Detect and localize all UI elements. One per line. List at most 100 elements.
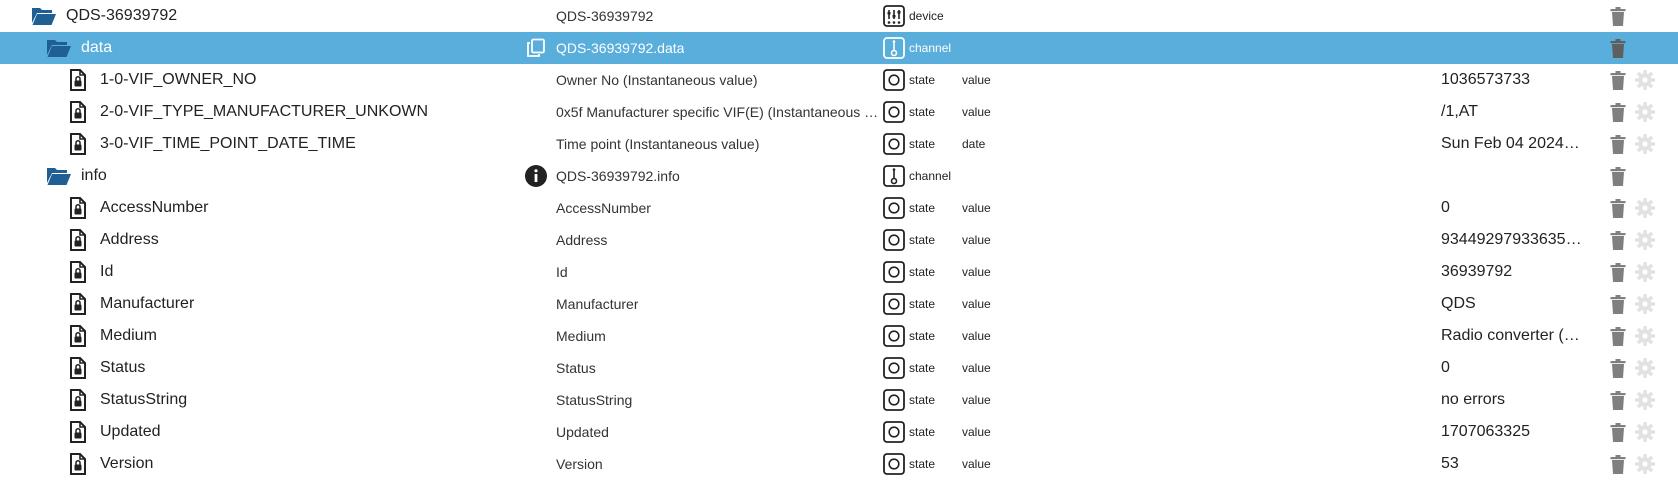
row-value-text: QDS bbox=[1441, 295, 1476, 312]
file-lock-icon[interactable] bbox=[64, 450, 92, 478]
channel-icon bbox=[882, 160, 906, 192]
trash-icon[interactable] bbox=[1605, 288, 1631, 320]
trash-icon[interactable] bbox=[1605, 96, 1631, 128]
object-tree: QDS-36939792 QDS-36939792 device data QD… bbox=[0, 0, 1678, 480]
trash-icon[interactable] bbox=[1605, 416, 1631, 448]
file-lock-icon[interactable] bbox=[64, 354, 92, 382]
row-description: Id bbox=[556, 256, 881, 288]
tree-row[interactable]: 2-0-VIF_TYPE_MANUFACTURER_UNKOWN 0x5f Ma… bbox=[0, 96, 1678, 128]
folder-open-icon[interactable] bbox=[45, 162, 73, 190]
row-value[interactable]: 9344929793363537 bbox=[1441, 224, 1586, 256]
row-value[interactable]: no errors bbox=[1441, 384, 1586, 416]
trash-icon[interactable] bbox=[1605, 320, 1631, 352]
file-lock-icon[interactable] bbox=[64, 226, 92, 254]
gear-icon[interactable] bbox=[1631, 64, 1659, 96]
info-icon[interactable] bbox=[522, 160, 550, 192]
file-lock-icon[interactable] bbox=[64, 98, 92, 126]
row-name-cell[interactable]: StatusString bbox=[0, 384, 584, 416]
row-name-cell[interactable]: 3-0-VIF_TIME_POINT_DATE_TIME bbox=[0, 128, 584, 160]
gear-icon[interactable] bbox=[1631, 384, 1659, 416]
tree-row[interactable]: StatusString StatusString state value no … bbox=[0, 384, 1678, 416]
file-lock-icon[interactable] bbox=[64, 194, 92, 222]
row-name-cell[interactable]: Updated bbox=[0, 416, 584, 448]
row-value-text: Sun Feb 04 2024 17:08:45 bbox=[1441, 135, 1583, 152]
row-value[interactable]: QDS bbox=[1441, 288, 1586, 320]
tree-row[interactable]: Address Address state value 9344929793363… bbox=[0, 224, 1678, 256]
row-name-cell[interactable]: info bbox=[0, 160, 565, 192]
row-name: info bbox=[81, 167, 107, 184]
tree-row[interactable]: AccessNumber AccessNumber state value 0 bbox=[0, 192, 1678, 224]
trash-icon[interactable] bbox=[1605, 256, 1631, 288]
trash-icon[interactable] bbox=[1605, 128, 1631, 160]
folder-open-icon[interactable] bbox=[30, 2, 58, 30]
row-name-cell[interactable]: Manufacturer bbox=[0, 288, 584, 320]
row-value[interactable]: 1036573733 bbox=[1441, 64, 1586, 96]
file-lock-icon[interactable] bbox=[64, 130, 92, 158]
row-name-cell[interactable]: 2-0-VIF_TYPE_MANUFACTURER_UNKOWN bbox=[0, 96, 584, 128]
row-value[interactable]: Sun Feb 04 2024 17:08:45 bbox=[1441, 128, 1586, 160]
gear-icon[interactable] bbox=[1631, 288, 1659, 320]
file-lock-icon[interactable] bbox=[64, 258, 92, 286]
row-name-cell[interactable]: Medium bbox=[0, 320, 584, 352]
tree-row[interactable]: Updated Updated state value 1707063325 bbox=[0, 416, 1678, 448]
file-lock-icon[interactable] bbox=[64, 322, 92, 350]
row-name: 2-0-VIF_TYPE_MANUFACTURER_UNKOWN bbox=[100, 103, 429, 120]
state-icon bbox=[882, 416, 906, 448]
row-value[interactable]: 1707063325 bbox=[1441, 416, 1586, 448]
file-lock-icon[interactable] bbox=[64, 418, 92, 446]
tree-row[interactable]: 1-0-VIF_OWNER_NO Owner No (Instantaneous… bbox=[0, 64, 1678, 96]
row-description: StatusString bbox=[556, 384, 881, 416]
row-name-cell[interactable]: Status bbox=[0, 352, 584, 384]
tree-row[interactable]: Version Version state value 53 bbox=[0, 448, 1678, 480]
tree-row[interactable]: info QDS-36939792.info channel bbox=[0, 160, 1678, 192]
row-name-cell[interactable]: Address bbox=[0, 224, 584, 256]
tree-row[interactable]: Medium Medium state value Radio converter… bbox=[0, 320, 1678, 352]
tree-row[interactable]: Manufacturer Manufacturer state value QDS bbox=[0, 288, 1678, 320]
row-name-cell[interactable]: AccessNumber bbox=[0, 192, 584, 224]
file-lock-icon[interactable] bbox=[64, 386, 92, 414]
tree-row[interactable]: QDS-36939792 QDS-36939792 device bbox=[0, 0, 1678, 32]
gear-icon[interactable] bbox=[1631, 96, 1659, 128]
gear-icon[interactable] bbox=[1631, 192, 1659, 224]
trash-icon[interactable] bbox=[1605, 352, 1631, 384]
trash-icon[interactable] bbox=[1605, 384, 1631, 416]
tree-row[interactable]: Id Id state value 36939792 bbox=[0, 256, 1678, 288]
trash-icon[interactable] bbox=[1605, 160, 1631, 192]
gear-icon[interactable] bbox=[1631, 352, 1659, 384]
trash-icon[interactable] bbox=[1605, 192, 1631, 224]
tree-row[interactable]: data QDS-36939792.data channel bbox=[0, 32, 1678, 64]
row-value[interactable]: /1,AT bbox=[1441, 96, 1586, 128]
tree-row[interactable]: Status Status state value 0 bbox=[0, 352, 1678, 384]
gear-icon[interactable] bbox=[1631, 224, 1659, 256]
file-lock-icon[interactable] bbox=[64, 66, 92, 94]
device-icon bbox=[882, 0, 906, 32]
folder-open-icon[interactable] bbox=[45, 34, 73, 62]
trash-icon[interactable] bbox=[1605, 64, 1631, 96]
gear-icon[interactable] bbox=[1631, 256, 1659, 288]
tree-row[interactable]: 3-0-VIF_TIME_POINT_DATE_TIME Time point … bbox=[0, 128, 1678, 160]
trash-icon[interactable] bbox=[1605, 448, 1631, 480]
row-value-text: /1,AT bbox=[1441, 103, 1479, 120]
copy-icon[interactable] bbox=[522, 32, 550, 64]
row-name-cell[interactable]: Version bbox=[0, 448, 584, 480]
trash-icon[interactable] bbox=[1605, 0, 1631, 32]
row-value[interactable]: 0 bbox=[1441, 352, 1586, 384]
row-value-text: 36939792 bbox=[1441, 263, 1513, 280]
gear-icon[interactable] bbox=[1631, 128, 1659, 160]
row-name-cell[interactable]: data bbox=[0, 32, 565, 64]
row-value[interactable]: Radio converter (meter side) bbox=[1441, 320, 1586, 352]
row-value[interactable]: 36939792 bbox=[1441, 256, 1586, 288]
row-value[interactable]: 0 bbox=[1441, 192, 1586, 224]
row-value[interactable]: 53 bbox=[1441, 448, 1586, 480]
trash-icon[interactable] bbox=[1605, 32, 1631, 64]
row-name-cell[interactable]: Id bbox=[0, 256, 584, 288]
row-role: value bbox=[962, 73, 991, 87]
gear-icon[interactable] bbox=[1631, 320, 1659, 352]
trash-icon[interactable] bbox=[1605, 224, 1631, 256]
row-description-text: Id bbox=[556, 264, 568, 280]
gear-icon[interactable] bbox=[1631, 448, 1659, 480]
row-name-cell[interactable]: QDS-36939792 bbox=[0, 0, 550, 32]
row-name-cell[interactable]: 1-0-VIF_OWNER_NO bbox=[0, 64, 584, 96]
gear-icon[interactable] bbox=[1631, 416, 1659, 448]
file-lock-icon[interactable] bbox=[64, 290, 92, 318]
